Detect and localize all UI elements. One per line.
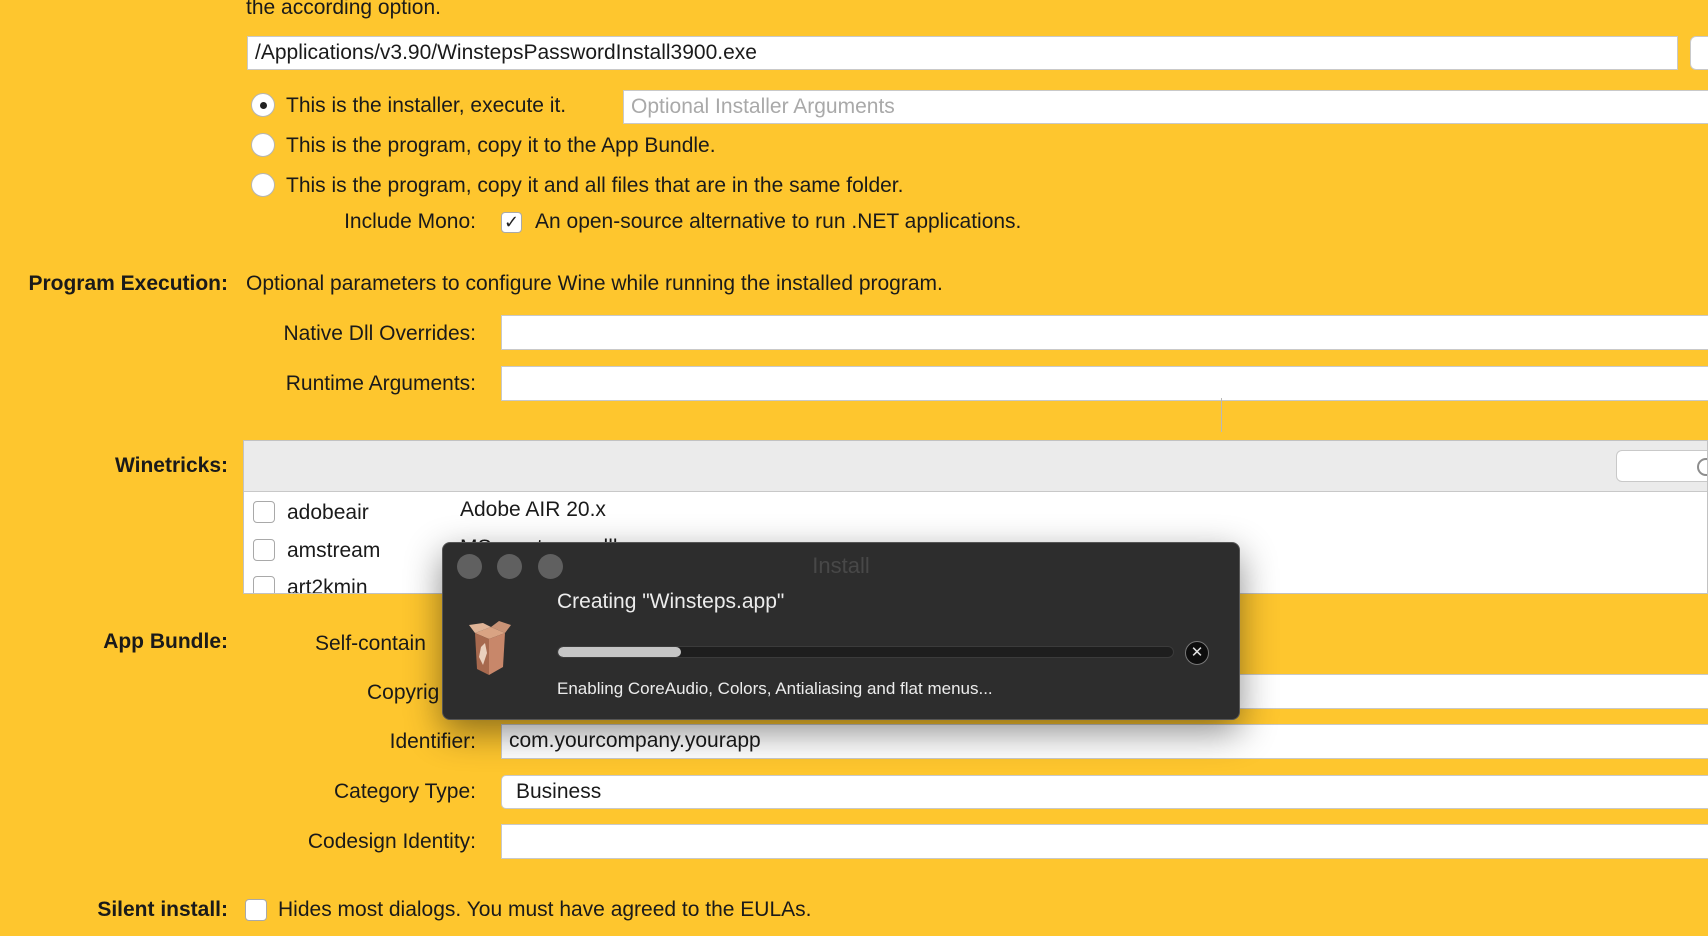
include-mono-label: Include Mono: [344, 210, 476, 233]
silent-install-description: Hides most dialogs. You must have agreed… [278, 898, 812, 921]
winetrick-name: adobeair [287, 501, 369, 524]
winetricks-label: Winetricks: [114, 454, 228, 477]
copyright-label: Copyrig [367, 681, 440, 704]
codesign-identity-input[interactable] [501, 824, 1708, 859]
winetrick-checkbox[interactable] [253, 539, 275, 561]
category-type-select[interactable]: Business [501, 775, 1708, 809]
radio-copy-program-label: This is the program, copy it to the App … [286, 134, 716, 157]
winetrick-description: Adobe AIR 20.x [460, 498, 606, 521]
codesign-identity-label: Codesign Identity: [307, 830, 476, 853]
radio-copy-program[interactable] [251, 133, 275, 157]
include-mono-description: An open-source alternative to run .NET a… [535, 210, 1022, 233]
instruction-text: the according option. [246, 0, 441, 19]
category-type-label: Category Type: [333, 780, 476, 803]
dll-overrides-label: Native Dll Overrides: [283, 322, 476, 345]
install-progress-fill [558, 647, 681, 657]
self-contained-label: Self-contain [315, 632, 426, 655]
program-execution-label: Program Execution: [28, 272, 228, 295]
identifier-input[interactable]: com.yourcompany.yourapp [501, 724, 1708, 759]
app-bundle-label: App Bundle: [103, 630, 228, 653]
split-view-divider[interactable] [1221, 398, 1222, 432]
installer-arguments-input[interactable]: Optional Installer Arguments [623, 90, 1708, 124]
package-box-icon [465, 619, 515, 679]
install-progress-bar [557, 646, 1174, 658]
install-status-text: Enabling CoreAudio, Colors, Antialiasing… [557, 679, 993, 698]
winetrick-checkbox[interactable] [253, 576, 275, 593]
winetrick-name: amstream [287, 539, 381, 562]
winetrick-checkbox[interactable] [253, 501, 275, 523]
dialog-title: Install [812, 553, 870, 578]
winetricks-search-input[interactable] [1616, 450, 1707, 482]
search-icon [1697, 458, 1707, 476]
radio-execute-installer[interactable] [251, 93, 275, 117]
silent-install-label: Silent install: [97, 898, 228, 921]
winetricks-toolbar [244, 441, 1707, 492]
install-dialog: Install Creating "Winsteps.app" ✕ Enabli… [442, 542, 1240, 720]
cancel-install-button[interactable]: ✕ [1185, 641, 1209, 665]
browse-button[interactable] [1690, 36, 1708, 70]
silent-install-checkbox[interactable] [245, 899, 267, 921]
winetrick-name: art2kmin [287, 576, 368, 594]
runtime-arguments-label: Runtime Arguments: [285, 372, 476, 395]
identifier-label: Identifier: [389, 730, 476, 753]
dll-overrides-input[interactable] [501, 315, 1708, 350]
dialog-heading: Creating "Winsteps.app" [557, 590, 785, 613]
runtime-arguments-input[interactable] [501, 366, 1708, 401]
radio-copy-folder[interactable] [251, 173, 275, 197]
radio-execute-installer-label: This is the installer, execute it. [286, 94, 567, 117]
include-mono-checkbox[interactable]: ✓ [501, 212, 522, 233]
installer-path-field[interactable]: /Applications/v3.90/WinstepsPasswordInst… [247, 36, 1678, 70]
table-row[interactable]: adobeair Adobe AIR 20.x [253, 498, 1693, 531]
radio-copy-folder-label: This is the program, copy it and all fil… [286, 174, 904, 197]
program-execution-description: Optional parameters to configure Wine wh… [246, 272, 943, 295]
